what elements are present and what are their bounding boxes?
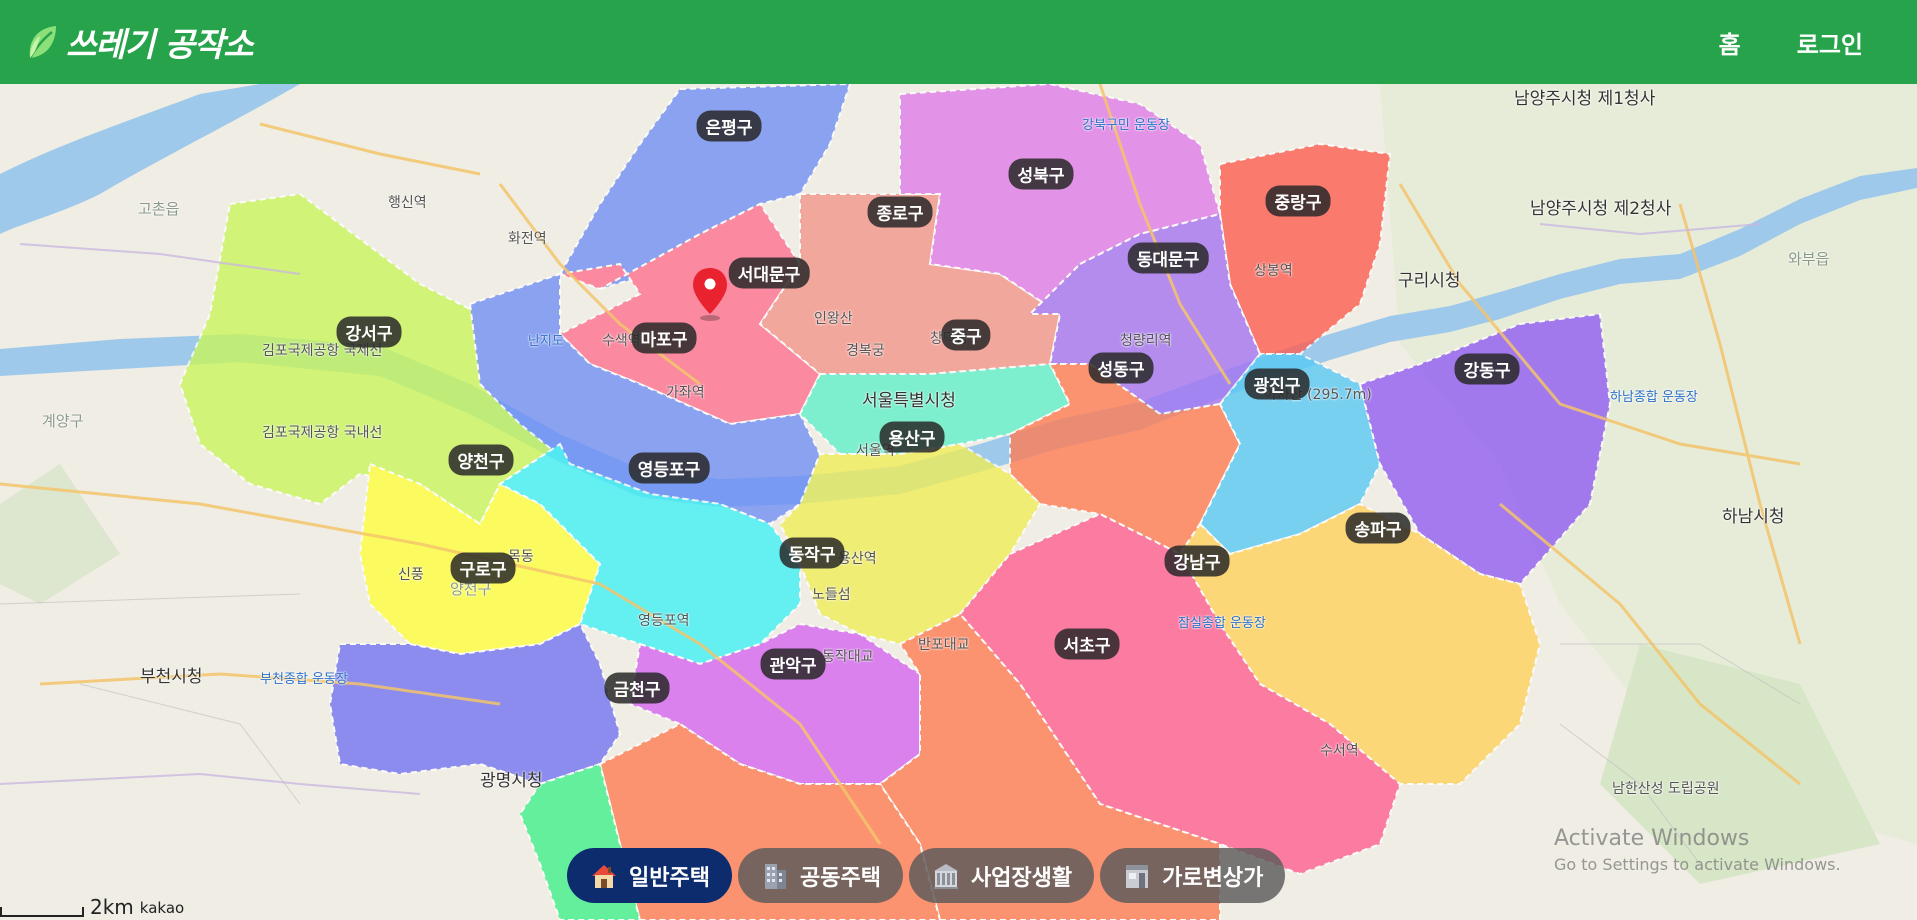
district-gangdong[interactable]: 강동구	[1454, 353, 1520, 385]
district-yangcheon[interactable]: 양천구	[448, 444, 514, 476]
place-inwangsan: 인왕산	[814, 311, 853, 327]
district-dongjak[interactable]: 동작구	[779, 537, 845, 569]
scale-bar	[0, 907, 84, 917]
district-gwanak[interactable]: 관악구	[760, 648, 826, 680]
district-gangnam[interactable]: 강남구	[1164, 545, 1230, 577]
place-gyeyang: 계양구	[42, 412, 84, 430]
watermark-subtitle: Go to Settings to activate Windows.	[1554, 855, 1841, 874]
tab-general-housing[interactable]: 일반주택	[567, 848, 732, 903]
district-geumcheon[interactable]: 금천구	[604, 672, 670, 704]
district-seongbuk[interactable]: 성북구	[1008, 158, 1074, 190]
place-cheongnyangni-station: 청량리역	[1120, 333, 1172, 349]
district-seongdong[interactable]: 성동구	[1088, 352, 1154, 384]
brand-name: 쓰레기 공작소	[66, 25, 254, 64]
place-hanam-stadium: 하남종합 운동장	[1610, 390, 1698, 405]
place-bucheon-city-hall: 부천시청	[140, 667, 203, 687]
house-icon	[592, 864, 616, 888]
district-eunpyeong[interactable]: 은평구	[696, 110, 762, 142]
place-yeongdeungpo-station: 영등포역	[638, 613, 690, 629]
place-nodeul-island: 노들섬	[812, 587, 851, 603]
place-seoul-city-hall: 서울특별시청	[862, 391, 956, 411]
tab-general-housing-label: 일반주택	[629, 865, 710, 891]
top-nav: 홈 로그인	[1719, 25, 1863, 60]
place-gajwa-station: 가좌역	[666, 385, 705, 401]
place-jamsil-stadium: 잠실종합 운동장	[1178, 616, 1266, 631]
tab-business-waste-label: 사업장생활	[970, 865, 1073, 891]
place-wabu: 와부읍	[1788, 250, 1830, 268]
map-provider: kakao	[139, 899, 185, 917]
watermark-title: Activate Windows	[1554, 826, 1750, 851]
district-jungnang[interactable]: 중랑구	[1265, 185, 1331, 217]
place-gangbuk-stadium: 강북구민 운동장	[1082, 118, 1170, 133]
place-sangbong-station: 상봉역	[1254, 263, 1293, 279]
place-sinpung: 신풍	[398, 567, 424, 583]
tab-business-waste[interactable]: 사업장생활	[908, 848, 1095, 903]
place-gochon: 고촌읍	[138, 200, 180, 218]
place-gyeongbokgung: 경복궁	[846, 343, 885, 359]
tab-apartment-label: 공동주택	[799, 865, 881, 891]
place-nanjido: 난지도	[528, 334, 564, 349]
district-jung[interactable]: 중구	[941, 319, 991, 351]
place-haengsin-station: 행신역	[388, 195, 427, 211]
district-songpa[interactable]: 송파구	[1345, 512, 1411, 544]
place-banpo-bridge: 반포대교	[918, 637, 970, 653]
place-namyangju-city-hall-1: 남양주시청 제1청사	[1514, 89, 1656, 109]
storefront-icon	[1126, 864, 1149, 888]
district-yongsan[interactable]: 용산구	[879, 421, 945, 453]
district-gangseo[interactable]: 강서구	[336, 316, 402, 348]
leaf-icon	[28, 26, 56, 59]
place-hanam-city-hall: 하남시청	[1722, 507, 1785, 527]
district-yeongdeungpo[interactable]: 영등포구	[628, 452, 710, 484]
nav-login-link[interactable]: 로그인	[1797, 25, 1863, 60]
district-gwangjin[interactable]: 광진구	[1244, 368, 1310, 400]
place-namhansanseong: 남한산성 도립공원	[1612, 781, 1720, 797]
location-pin-icon[interactable]	[690, 266, 730, 322]
tab-roadside-shops[interactable]: 가로변상가	[1100, 848, 1286, 903]
district-mapo[interactable]: 마포구	[631, 322, 697, 354]
district-jongno[interactable]: 종로구	[867, 196, 933, 228]
place-gimpo-airport-domestic: 김포국제공항 국내선	[262, 425, 383, 441]
tab-roadside-shops-label: 가로변상가	[1162, 865, 1264, 891]
place-guri-city-hall: 구리시청	[1398, 271, 1461, 291]
district-guro[interactable]: 구로구	[450, 552, 516, 584]
app-header: 쓰레기 공작소 홈 로그인	[0, 0, 1917, 84]
district-dongdaemun[interactable]: 동대문구	[1127, 242, 1209, 274]
place-bucheon-stadium: 부천종합 운동장	[260, 672, 348, 687]
place-suseo-station: 수서역	[1320, 743, 1359, 759]
apartment-icon	[764, 863, 786, 889]
place-namyangju-city-hall-2: 남양주시청 제2청사	[1530, 199, 1672, 219]
place-hwajeon-station: 화전역	[508, 231, 547, 247]
place-dongjak-bridge: 동작대교	[822, 649, 874, 665]
category-tabs: 일반주택 공동주택 사업장생활 가로변상가	[567, 848, 1286, 903]
district-seodaemun[interactable]: 서대문구	[728, 257, 810, 289]
windows-activation-watermark: Activate Windows Go to Settings to activ…	[1554, 826, 1841, 874]
nav-home-link[interactable]: 홈	[1719, 25, 1741, 60]
brand-logo[interactable]: 쓰레기 공작소	[26, 18, 254, 66]
building-icon	[933, 863, 958, 889]
place-gwangmyeong-city-hall: 광명시청	[480, 771, 543, 791]
map-scale: 2km kakao	[0, 897, 184, 917]
scale-distance: 2km	[90, 895, 134, 919]
seoul-district-map[interactable]: 남양주시청 제1청사 남양주시청 제2청사 구리시청 하남시청 부천시청 광명시…	[0, 84, 1917, 920]
district-seocho[interactable]: 서초구	[1054, 628, 1120, 660]
tab-apartment[interactable]: 공동주택	[737, 848, 903, 903]
